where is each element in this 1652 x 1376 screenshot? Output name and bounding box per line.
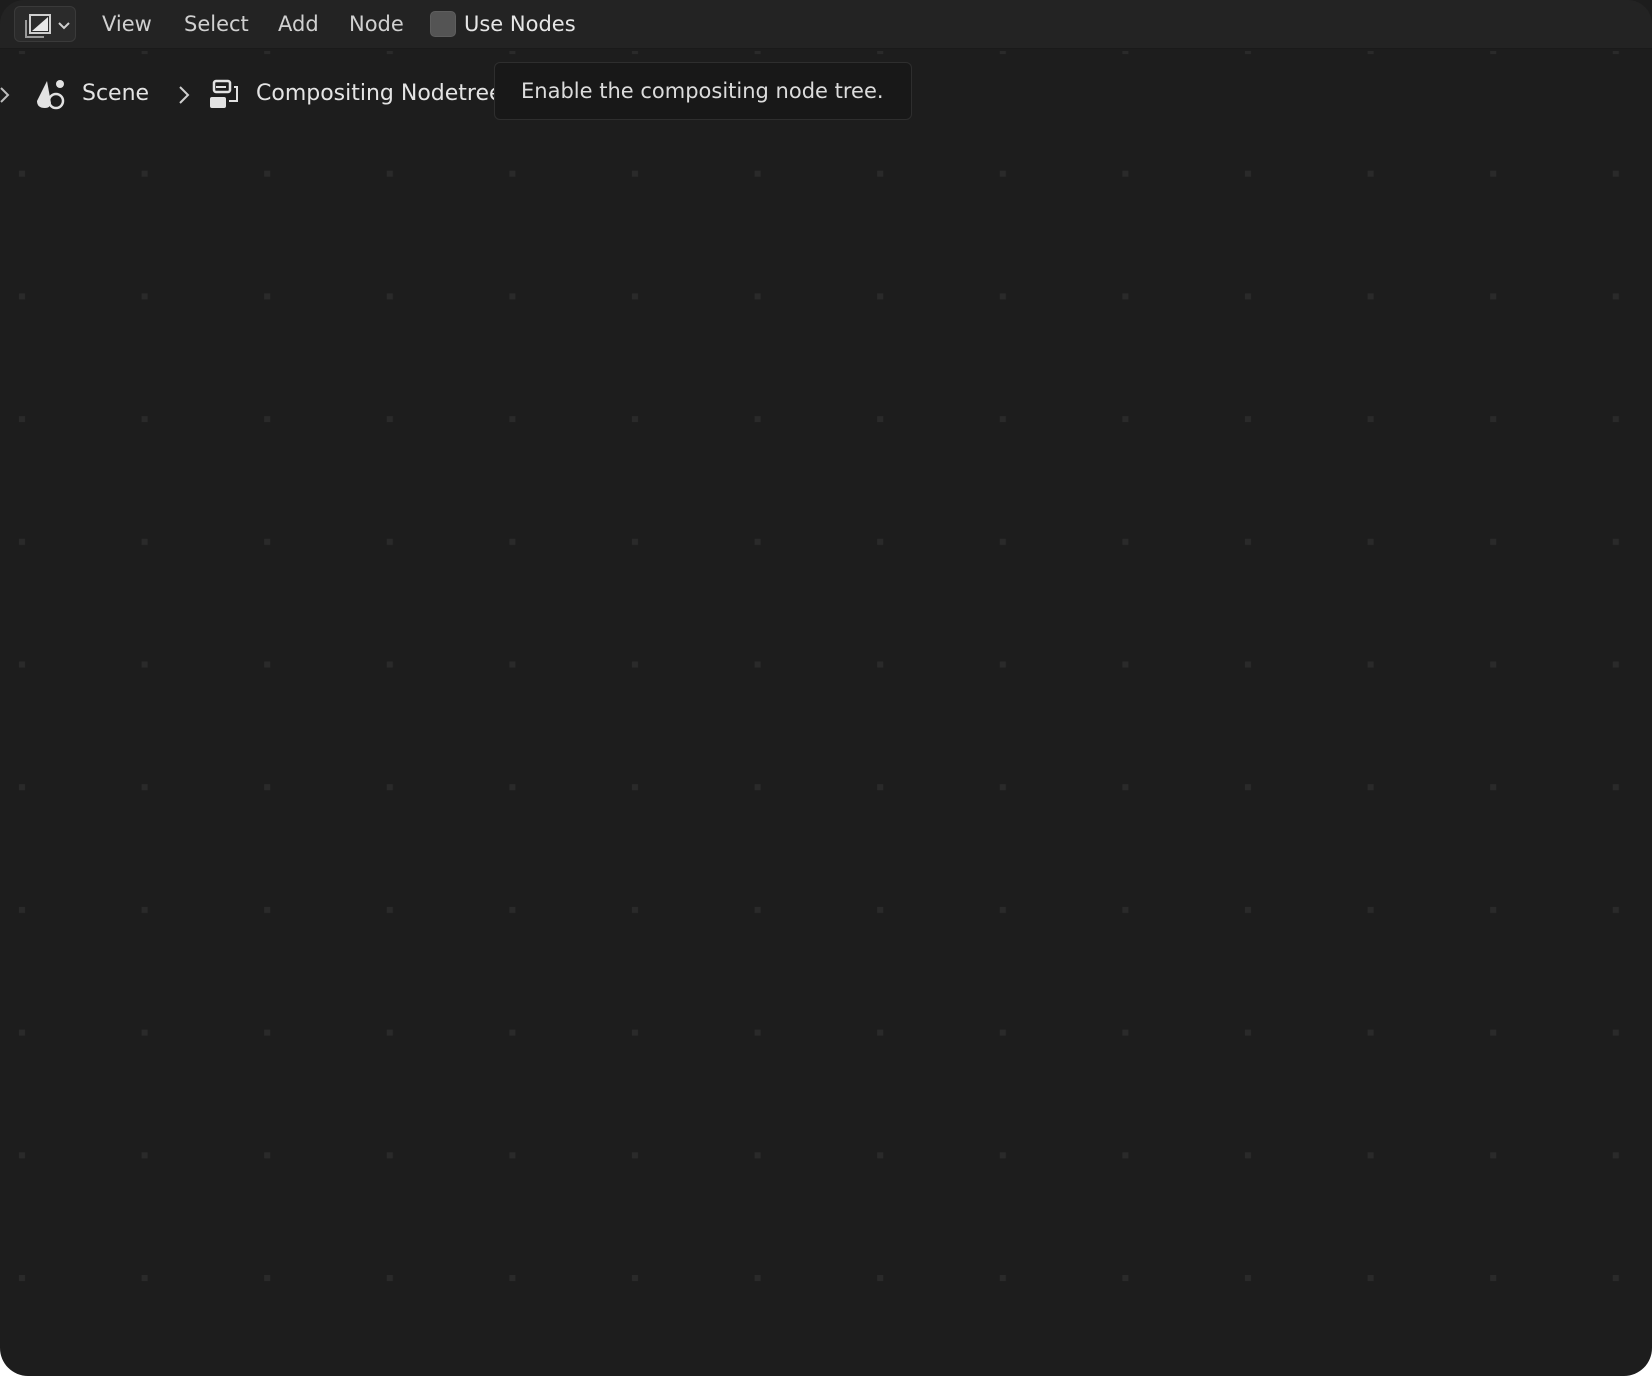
breadcrumb-separator-icon: [179, 86, 190, 104]
node-tree-icon: [210, 79, 238, 108]
node-editor-canvas[interactable]: [0, 48, 1652, 1376]
menu-node[interactable]: Node: [343, 8, 410, 40]
tooltip-text: Enable the compositing node tree.: [521, 79, 884, 103]
menu-select[interactable]: Select: [178, 8, 255, 40]
breadcrumb-nodetree-label: Compositing Nodetree: [256, 81, 503, 106]
menu-add[interactable]: Add: [272, 8, 325, 40]
node-editor-window: View Select Add Node Use Nodes Scene Com…: [0, 0, 1652, 1376]
tooltip: Enable the compositing node tree.: [494, 62, 912, 120]
dot-grid: [0, 51, 1652, 1376]
use-nodes-label[interactable]: Use Nodes: [464, 8, 576, 40]
compositor-icon: [25, 14, 70, 38]
menu-view[interactable]: View: [96, 8, 158, 40]
sidebar-toggle-chevron-icon[interactable]: [0, 85, 12, 105]
use-nodes-checkbox[interactable]: [430, 11, 456, 37]
header-bar: View Select Add Node Use Nodes: [0, 0, 1652, 49]
breadcrumb: Scene Compositing Nodetree: [0, 72, 503, 116]
breadcrumb-scene-label: Scene: [82, 81, 150, 106]
editor-type-button[interactable]: [14, 6, 76, 42]
scene-icon: [37, 80, 65, 110]
